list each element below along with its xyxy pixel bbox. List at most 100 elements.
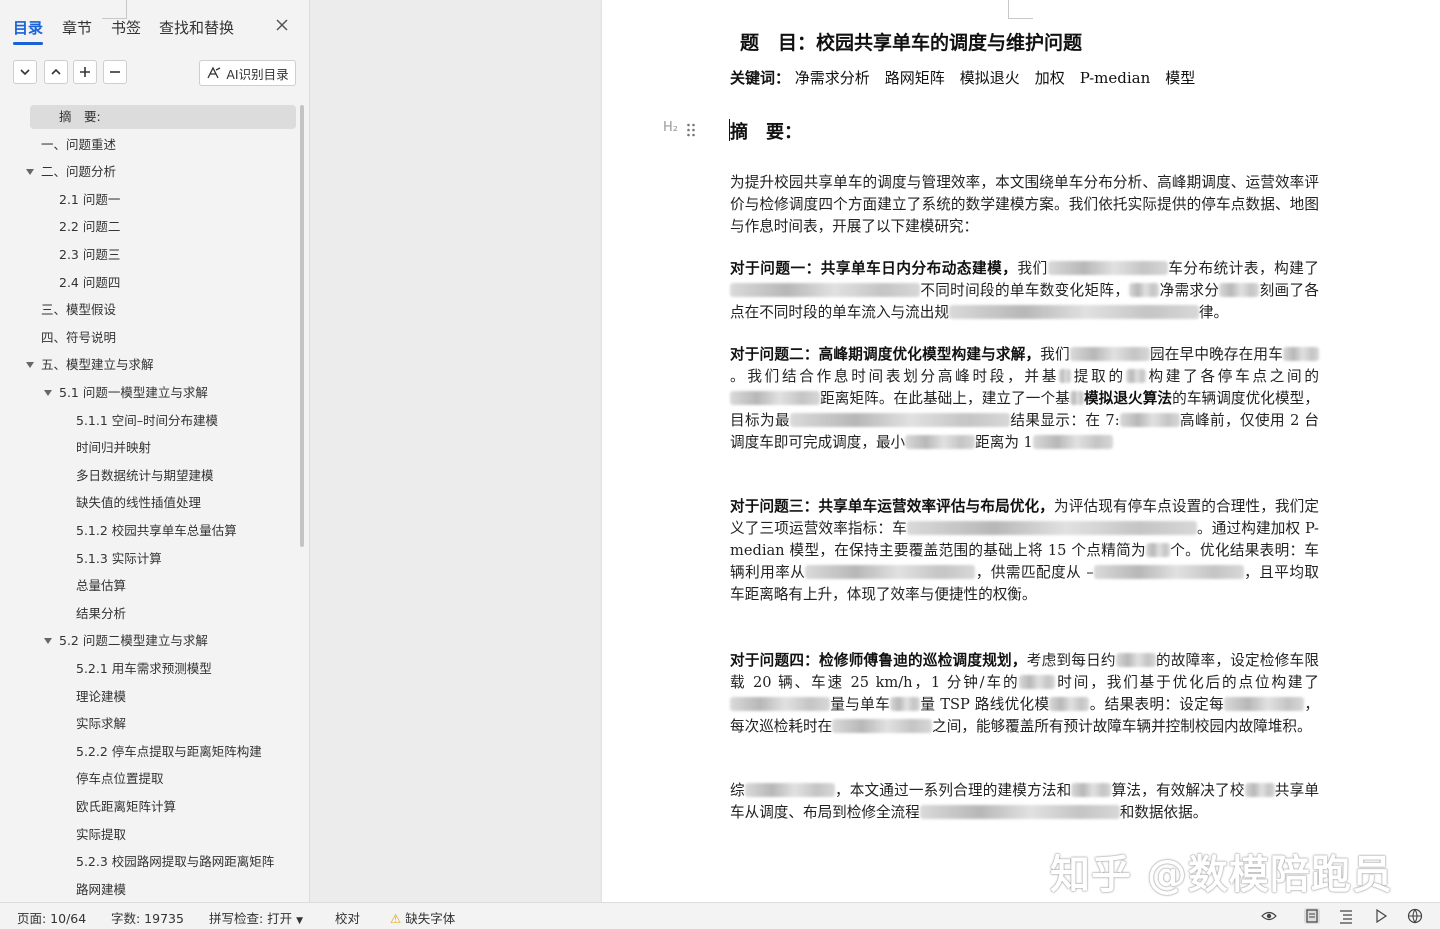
toc-item[interactable]: 5.2 问题二模型建立与求解: [0, 629, 298, 653]
text-segment: 提取的: [1071, 368, 1126, 385]
toc-item[interactable]: 5.1.1 空间–时间分布建模: [0, 409, 298, 433]
toc-item[interactable]: 五、模型建立与求解: [0, 353, 298, 377]
page-indicator[interactable]: 页面: 10/64: [17, 908, 86, 927]
toc-item[interactable]: 摘 要:: [30, 105, 296, 129]
document-title[interactable]: 题 目：校园共享单车的调度与维护问题: [740, 28, 1082, 55]
word-count[interactable]: 字数: 19735: [111, 908, 184, 927]
text-segment: 。结果表明：设定每: [1089, 696, 1225, 713]
tab-find-replace[interactable]: 查找和替换: [159, 17, 234, 38]
expand-arrow-icon[interactable]: [26, 362, 34, 369]
toc-item[interactable]: 5.1.3 实际计算: [0, 547, 298, 571]
toc-item[interactable]: 5.1.2 校园共享单车总量估算: [0, 519, 298, 543]
watermark: 知乎 @数模陪跑员: [1050, 852, 1393, 898]
outline-view-icon[interactable]: [1338, 908, 1354, 924]
toc-item-label: 理论建模: [76, 688, 127, 704]
toc-item[interactable]: 2.4 问题四: [0, 271, 298, 295]
conclusion-paragraph[interactable]: 综，本文通过一系列合理的建模方法和 算法，有效解决了校 共享单车从调度、布局到检修全…: [730, 780, 1319, 824]
blurred-text: [1032, 435, 1113, 449]
toc-item[interactable]: 时间归并映射: [0, 436, 298, 460]
toc-item-label: 2.2 问题二: [59, 219, 121, 235]
play-icon[interactable]: [1373, 908, 1389, 924]
toc-item[interactable]: 结果分析: [0, 602, 298, 626]
problem-4-paragraph[interactable]: 对于问题四：检修师傅鲁迪的巡检调度规划，考虑到每日约 的故障率，设定检修车限载 2…: [730, 650, 1319, 738]
toc-item[interactable]: 实际求解: [0, 712, 298, 736]
toc-item[interactable]: 缺失值的线性插值处理: [0, 491, 298, 515]
toc-item-label: 一、问题重述: [41, 136, 117, 152]
expand-arrow-icon[interactable]: [44, 638, 52, 645]
toc-item[interactable]: 5.1 问题一模型建立与求解: [0, 381, 298, 405]
blurred-text: [1219, 283, 1260, 297]
text-segment: 我们: [1040, 346, 1070, 363]
toc-item[interactable]: 5.2.1 用车需求预测模型: [0, 657, 298, 681]
toc-item[interactable]: 欧氏距离矩阵计算: [0, 795, 298, 819]
text-segment: ，供需匹配度从 –: [975, 564, 1094, 581]
status-bar: 页面: 10/64 字数: 19735 拼写检查: 打开 ▼ 校对 ⚠ 缺失字体: [0, 902, 1440, 929]
toc-item[interactable]: 停车点位置提取: [0, 767, 298, 791]
blurred-text: [906, 521, 1197, 535]
add-toc-item-button[interactable]: [73, 60, 97, 84]
toc-item-label: 5.2 问题二模型建立与求解: [59, 633, 208, 649]
toc-item-label: 欧氏距离矩阵计算: [76, 799, 177, 814]
spellcheck-toggle[interactable]: 拼写检查: 打开 ▼: [209, 908, 303, 927]
remove-toc-item-button[interactable]: [103, 60, 127, 84]
drag-handle-icon[interactable]: [686, 122, 696, 138]
toc-item[interactable]: 5.2.2 停车点提取与距离矩阵构建: [0, 740, 298, 764]
toc-item[interactable]: 理论建模: [0, 685, 298, 709]
expand-all-button[interactable]: [44, 60, 68, 84]
text-segment: 时间，我们基于优化后的点位构建了: [1055, 674, 1319, 691]
toc-item[interactable]: 多日数据统计与期望建模: [0, 464, 298, 488]
margin-corner-mark: [102, 0, 127, 19]
close-icon[interactable]: [275, 17, 291, 35]
toc-item[interactable]: 二、问题分析: [0, 160, 298, 184]
expand-arrow-icon[interactable]: [26, 169, 34, 176]
missing-font-button[interactable]: ⚠ 缺失字体: [390, 908, 455, 927]
page-view-icon[interactable]: [1304, 908, 1320, 924]
margin-corner-mark: [1008, 0, 1033, 19]
toc-item[interactable]: 5.2.3 校园路网提取与路网距离矩阵: [0, 850, 298, 874]
text-segment: 考虑到每日约: [1026, 652, 1116, 669]
tab-toc[interactable]: 目录: [13, 17, 44, 45]
proofread-button[interactable]: 校对: [335, 908, 360, 927]
toc-item[interactable]: 路网建模: [0, 878, 298, 902]
text-segment: 距离矩阵。在此基础上，建立了一个基: [820, 390, 1070, 407]
missing-font-label: 缺失字体: [405, 911, 456, 926]
problem-1-paragraph[interactable]: 对于问题一：共享单车日内分布动态建模，我们 车分布统计表，构建了不同时间段的单车数…: [730, 258, 1319, 324]
keywords-line[interactable]: 关键词： 净需求分析 路网矩阵 模拟退火 加权 P-median 模型: [730, 67, 1195, 88]
toc-item-label: 停车点位置提取: [76, 771, 164, 787]
toc-item-label: 实际提取: [76, 826, 127, 842]
toc-item[interactable]: 2.2 问题二: [0, 215, 298, 239]
toc-item[interactable]: 三、模型假设: [0, 298, 298, 322]
collapse-all-button[interactable]: [13, 60, 37, 84]
text-segment: 不同时间段的单车数变化矩阵，: [920, 282, 1130, 299]
abstract-intro-paragraph[interactable]: 为提升校园共享单车的调度与管理效率，本文围绕单车分布分析、高峰期调度、运营效率评…: [730, 172, 1319, 238]
eye-icon[interactable]: [1261, 908, 1277, 924]
blurred-text: [1224, 697, 1305, 711]
tab-bookmarks[interactable]: 书签: [111, 17, 141, 38]
problem-3-paragraph[interactable]: 对于问题三：共享单车运营效率评估与布局优化，为评估现有停车点设置的合理性，我们定…: [730, 496, 1319, 606]
ai-recognize-toc-button[interactable]: AI识别目录: [199, 60, 296, 86]
globe-icon[interactable]: [1407, 908, 1423, 924]
toc-item-label: 多日数据统计与期望建模: [76, 467, 214, 483]
ai-button-label: AI识别目录: [226, 66, 289, 82]
toc-scrollbar[interactable]: [300, 105, 304, 547]
abstract-heading[interactable]: 摘 要：: [730, 118, 802, 144]
text-segment: 综: [730, 782, 745, 799]
toc-item[interactable]: 2.3 问题三: [0, 243, 298, 267]
heading-level-marker[interactable]: H₂: [663, 120, 678, 135]
toc-item[interactable]: 四、符号说明: [0, 326, 298, 350]
blurred-text: [948, 305, 1199, 319]
toc-item-label: 三、模型假设: [41, 302, 117, 318]
text-segment: 构建了各停车点之间的: [1145, 368, 1319, 385]
expand-arrow-icon[interactable]: [44, 390, 52, 396]
blurred-text: [1059, 369, 1072, 383]
chevron-up-icon: [51, 68, 61, 75]
blurred-text: [730, 391, 820, 405]
toc-item[interactable]: 一、问题重述: [0, 133, 298, 157]
problem-3-lead: 对于问题三：共享单车运营效率评估与布局优化，: [730, 498, 1055, 515]
toc-item[interactable]: 总量估算: [0, 574, 298, 598]
problem-2-paragraph[interactable]: 对于问题二：高峰期调度优化模型构建与求解，我们 园在早中晚存在用车。我们结合作息时…: [730, 344, 1319, 454]
toc-item[interactable]: 实际提取: [0, 823, 298, 847]
blurred-text: [919, 805, 1120, 819]
tab-chapters[interactable]: 章节: [62, 17, 92, 38]
toc-item[interactable]: 2.1 问题一: [0, 188, 298, 212]
